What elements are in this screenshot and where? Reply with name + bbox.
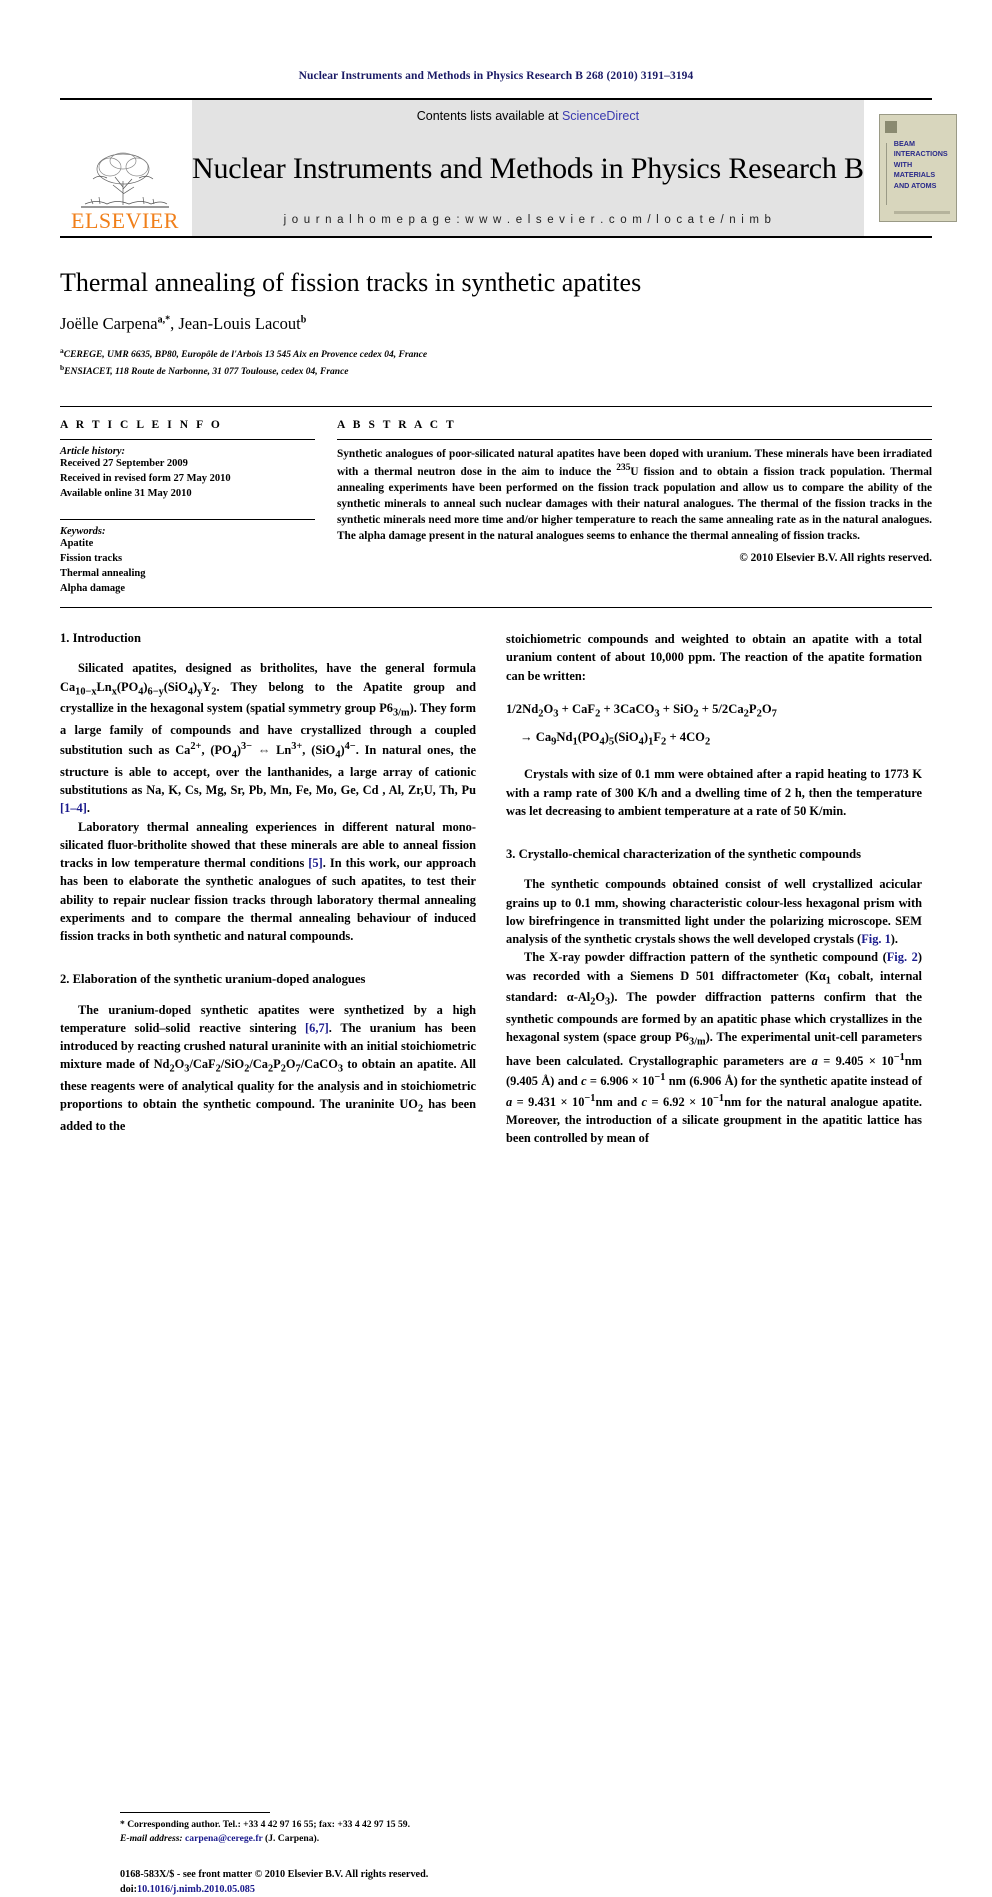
doi-link[interactable]: 10.1016/j.nimb.2010.05.085 — [137, 1884, 255, 1895]
section-2-paragraph-1-continued: stoichiometric compounds and weighted to… — [506, 632, 922, 683]
email-link[interactable]: carpena@cerege.fr — [185, 1833, 263, 1844]
doi-line: doi:10.1016/j.nimb.2010.05.085 — [120, 1883, 550, 1897]
issn-copyright-line: 0168-583X/$ - see front matter © 2010 El… — [120, 1869, 429, 1881]
doi-label: doi: — [120, 1883, 137, 1895]
footnote-block: * Corresponding author. Tel.: +33 4 42 9… — [120, 1812, 536, 1846]
contents-prefix: Contents lists available at — [416, 109, 562, 123]
section-2-paragraph-1: The uranium-doped synthetic apatites wer… — [60, 1002, 476, 1133]
email-suffix: (J. Carpena). — [265, 1832, 320, 1844]
section-1-paragraph-2: Laboratory thermal annealing experiences… — [60, 819, 476, 944]
author-separator: , Jean-Louis Lacout — [170, 313, 301, 333]
affiliation-b: bENSIACET, 118 Route de Narbonne, 31 077… — [60, 363, 932, 380]
section-heading-2: 2. Elaboration of the synthetic uranium-… — [60, 972, 366, 987]
article-info-heading: A R T I C L E I N F O — [60, 418, 223, 431]
keyword-item: Apatite — [60, 538, 94, 550]
section-1-paragraph-1: Silicated apatites, designed as britholi… — [60, 661, 477, 816]
author-1-affil-marker[interactable]: a,* — [158, 314, 171, 325]
section-3-paragraph-2: The X-ray powder diffraction pattern of … — [506, 950, 922, 1146]
cover-line-5: AND ATOMS — [893, 180, 937, 190]
abstract-copyright: © 2010 Elsevier B.V. All rights reserved… — [739, 551, 932, 564]
cover-line-1: BEAM — [893, 139, 915, 148]
section-3-paragraph-1: The synthetic compounds obtained consist… — [506, 877, 922, 947]
page-footer: 0168-583X/$ - see front matter © 2010 El… — [120, 1868, 550, 1897]
keyword-item: Fission tracks — [60, 553, 123, 565]
cover-title-text: BEAM INTERACTIONS WITH MATERIALS AND ATO… — [894, 139, 951, 191]
article-history-label: Article history: — [60, 445, 126, 457]
figure-ref[interactable]: Fig. 2 — [887, 950, 918, 964]
abstract-heading: A B S T R A C T — [337, 418, 457, 431]
abstract-text: Synthetic analogues of poor-silicated na… — [337, 447, 932, 542]
corresponding-author-text: Corresponding author. Tel.: +33 4 42 97 … — [127, 1819, 410, 1831]
footnote-rule — [120, 1812, 270, 1814]
journal-masthead: ELSEVIER Contents lists available at Sci… — [60, 98, 964, 238]
journal-center-band: Contents lists available at ScienceDirec… — [192, 100, 864, 236]
sciencedirect-link[interactable]: ScienceDirect — [562, 109, 639, 123]
cover-publisher-icon — [884, 121, 897, 133]
corresponding-author-note: * Corresponding author. Tel.: +33 4 42 9… — [120, 1818, 536, 1832]
history-revised: Received in revised form 27 May 2010 — [60, 472, 231, 484]
affiliation-a: aCEREGE, UMR 6635, BP80, Europôle de l'A… — [60, 346, 932, 363]
left-column: 1. Introduction Silicated apatites, desi… — [60, 630, 477, 1894]
page-title: Thermal annealing of fission tracks in s… — [60, 268, 642, 297]
email-note: E-mail address: carpena@cerege.fr (J. Ca… — [120, 1832, 536, 1846]
keyword-item: Thermal annealing — [60, 568, 146, 580]
footnote-marker: * — [120, 1819, 125, 1831]
cover-footer-band — [893, 211, 950, 214]
cover-line-3: WITH — [893, 159, 913, 169]
abstract-column: A B S T R A C T Synthetic analogues of p… — [337, 419, 932, 597]
equation-1: 1/2Nd2O3 + CaF2 + 3CaCO3 + SiO2 + 5/2Ca2… — [506, 701, 777, 720]
affiliation-b-text: ENSIACET, 118 Route de Narbonne, 31 077 … — [64, 366, 349, 377]
keyword-item: Alpha damage — [60, 583, 126, 595]
title-block: Thermal annealing of fission tracks in s… — [60, 268, 932, 380]
elsevier-tree-icon — [81, 152, 169, 208]
elsevier-logo-block: ELSEVIER — [60, 100, 190, 236]
right-column: stoichiometric compounds and weighted to… — [506, 630, 922, 1147]
author-2-affil-marker[interactable]: b — [301, 314, 307, 325]
cover-line-2: INTERACTIONS — [893, 149, 948, 159]
history-received: Received 27 September 2009 — [60, 457, 188, 469]
affiliation-a-text: CEREGE, UMR 6635, BP80, Europôle de l'Ar… — [63, 350, 428, 361]
running-head: Nuclear Instruments and Methods in Physi… — [298, 70, 694, 82]
journal-homepage[interactable]: j o u r n a l h o m e p a g e : w w w . … — [284, 214, 773, 226]
journal-cover-block: BEAM INTERACTIONS WITH MATERIALS AND ATO… — [871, 100, 964, 236]
body-columns: 1. Introduction Silicated apatites, desi… — [60, 630, 932, 1894]
journal-page: Nuclear Instruments and Methods in Physi… — [0, 0, 992, 1895]
section-heading-1: 1. Introduction — [60, 631, 141, 646]
equation-2: → Ca9Nd1(PO4)5(SiO4)1F2 + 4CO2 — [520, 730, 711, 748]
journal-title: Nuclear Instruments and Methods in Physi… — [192, 151, 864, 185]
author-list: Joëlle Carpenaa,*, Jean-Louis Lacoutb — [60, 314, 932, 334]
keywords-divider — [60, 519, 315, 521]
history-online: Available online 31 May 2010 — [60, 487, 192, 499]
contents-available-line: Contents lists available at ScienceDirec… — [417, 109, 639, 123]
citation-ref[interactable]: [5] — [308, 856, 322, 870]
cover-spine-line — [885, 143, 887, 205]
section-heading-3: 3. Crystallo-chemical characterization o… — [506, 847, 862, 862]
info-abstract-region: A R T I C L E I N F O Article history: R… — [60, 405, 932, 609]
cover-line-4: MATERIALS — [893, 170, 936, 180]
elsevier-wordmark: ELSEVIER — [71, 208, 179, 233]
author-1: Joëlle Carpena — [60, 313, 158, 333]
email-label: E-mail address: — [120, 1832, 183, 1844]
abstract-divider — [337, 438, 932, 440]
figure-ref[interactable]: Fig. 1 — [861, 932, 891, 946]
section-2-paragraph-2: Crystals with size of 0.1 mm were obtain… — [506, 767, 922, 818]
citation-ref[interactable]: [1–4] — [60, 801, 87, 815]
keywords-label: Keywords: — [60, 526, 106, 538]
article-info-column: A R T I C L E I N F O Article history: R… — [60, 419, 315, 597]
article-info-divider — [60, 438, 315, 440]
citation-ref[interactable]: [6,7] — [305, 1021, 329, 1035]
journal-cover-thumbnail: BEAM INTERACTIONS WITH MATERIALS AND ATO… — [878, 114, 957, 222]
